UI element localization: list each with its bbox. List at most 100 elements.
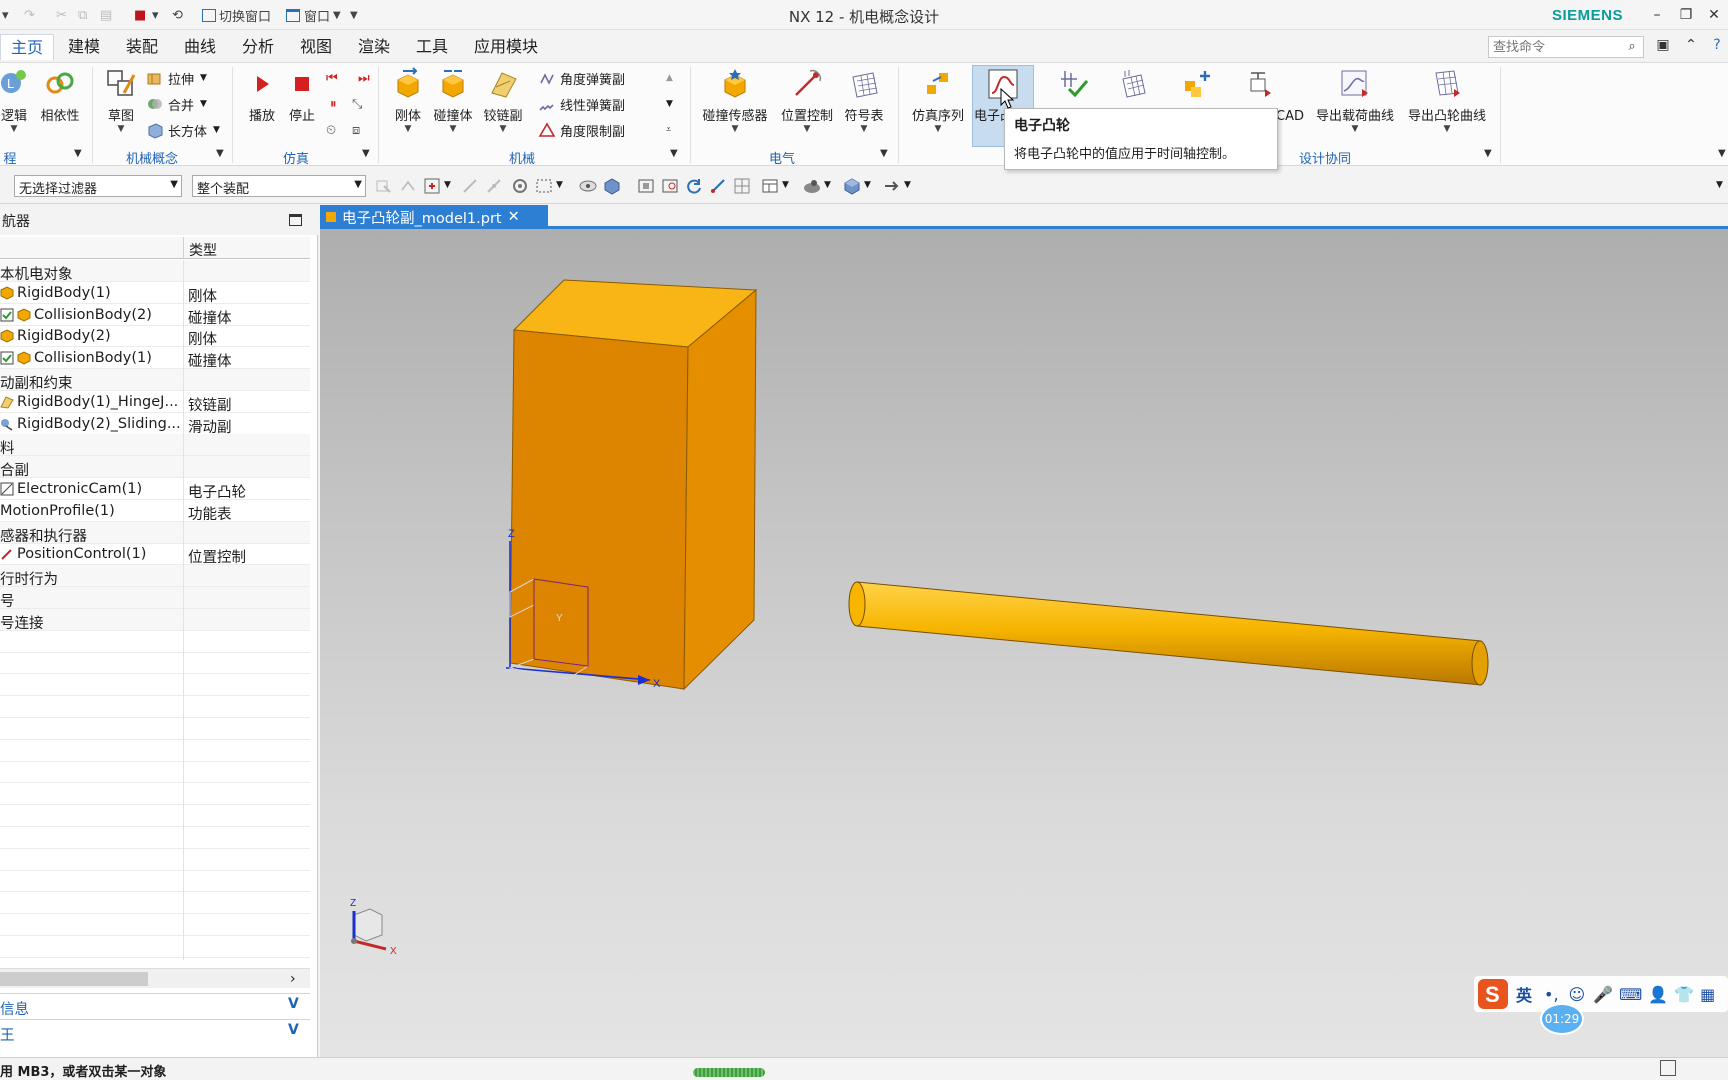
column-header-type[interactable]: 类型 [189,240,217,260]
rewind-icon[interactable]: ⏮ [326,67,338,89]
tab-analysis[interactable]: 分析 [232,34,284,60]
redo-icon[interactable]: ↷ [24,6,35,24]
coupling-button[interactable]: 相依性 [36,65,84,137]
close-button[interactable]: ✕ [1703,4,1725,26]
group-more-icon[interactable]: ▼ [1484,148,1492,159]
skin-icon[interactable]: 👕 [1674,985,1694,1004]
collapse-ribbon-icon[interactable]: ⌃ [1680,34,1702,56]
navigator-row[interactable]: RigidBody(1) 刚体 [0,281,310,306]
shaded-cube-icon[interactable] [602,176,622,196]
view-triad[interactable] [351,908,387,951]
info-section[interactable]: 信息 V [0,993,310,1019]
chevron-down-icon[interactable]: ▼ [782,180,802,200]
unite-button[interactable]: 合并 ▼ [146,93,207,115]
cube-body[interactable] [509,279,758,691]
sim-sequence-button[interactable]: 仿真序列 ▼ [906,65,970,137]
repeat-command-icon[interactable]: ⟲ [172,6,183,24]
select-filter-icon[interactable] [374,176,394,196]
navigator-row[interactable]: RigidBody(1)_HingeJ... 铰链副 [0,390,310,415]
group-more-icon[interactable]: ▼ [74,148,82,159]
restore-button[interactable]: ❐ [1675,4,1697,26]
fullscreen-icon[interactable] [1660,1060,1676,1076]
tab-view[interactable]: 视图 [290,34,342,60]
navigator-row[interactable]: CollisionBody(2) 碰撞体 [0,303,310,328]
emoji-icon[interactable]: ☺ [1569,985,1586,1004]
collision-sensor-button[interactable]: 碰撞传感器 ▼ [698,65,772,137]
scroll-right-icon[interactable]: › [290,971,296,987]
block-button[interactable]: 长方体 ▼ [146,119,220,141]
ribbon-overflow-icon[interactable]: ▼ [1718,148,1726,159]
export-cam-curve-button[interactable]: 导出凸轮曲线 ▼ [1402,65,1492,137]
record-icon[interactable]: ⧈ [352,119,360,141]
punctuation-icon[interactable]: •, [1544,985,1559,1004]
navigator-row[interactable]: RigidBody(2) 刚体 [0,325,310,350]
snapshot-icon[interactable]: ⤡ [352,93,362,115]
navigator-group-row[interactable]: 感器和执行器 [0,521,310,546]
tab-assembly[interactable]: 装配 [116,34,168,60]
navigator-group-row[interactable]: 号连接 [0,608,310,633]
rotate-icon[interactable] [684,176,704,196]
angular-spring-button[interactable]: 角度弹簧副 [538,67,625,89]
horizontal-scrollbar[interactable]: › [0,968,310,988]
ime-lang-toggle[interactable]: 英 [1516,982,1532,1006]
layout-icon[interactable] [760,176,780,196]
customize-qat-icon[interactable]: ▼ [350,6,358,24]
group-more-icon[interactable]: ▼ [216,148,224,159]
sogou-logo-icon[interactable]: S [1476,977,1510,1011]
maximize-panel-icon[interactable] [289,214,302,226]
speed-icon[interactable]: ⏲ [326,119,336,141]
tab-application[interactable]: 应用模块 [464,34,548,60]
fit-view-icon[interactable] [636,176,656,196]
microphone-icon[interactable]: 🎤 [1593,985,1613,1004]
paste-icon[interactable]: ▤ [100,6,112,24]
navigator-group-row[interactable]: 号 [0,587,310,611]
cylinder-body[interactable] [848,581,1489,686]
orient-view-icon[interactable] [732,176,752,196]
user-icon[interactable]: 👤 [1648,985,1668,1004]
tab-modeling[interactable]: 建模 [58,34,110,60]
navigator-row[interactable]: CollisionBody(1) 碰撞体 [0,347,310,372]
type-filter-select[interactable]: 无选择过滤器 ▼ [14,175,182,197]
document-tab[interactable]: 电子凸轮副_model1.prt ✕ [320,205,548,229]
other-section[interactable]: 王 V [0,1019,310,1045]
checkbox-icon[interactable] [0,308,14,322]
stop-button[interactable]: 停止 [284,65,320,137]
gallery-expand-icon[interactable]: ⩡ [666,119,671,141]
collision-body-button[interactable]: 碰撞体 ▼ [430,65,476,137]
sketch-button[interactable]: 草图 ▼ [100,65,142,137]
snap-midpoint-icon[interactable] [484,176,504,196]
position-control-button[interactable]: 位置控制 ▼ [776,65,838,137]
quick-access-dropdown-icon[interactable]: ▾ [2,6,9,24]
navigator-row[interactable]: MotionProfile(1) 功能表 [0,499,310,524]
zoom-icon[interactable] [660,176,680,196]
rigid-body-button[interactable]: 刚体 ▼ [388,65,428,137]
angle-limit-button[interactable]: 角度限制副 [538,119,625,141]
linear-spring-button[interactable]: 线性弹簧副 [538,93,625,115]
selection-scope-select[interactable]: 整个装配 ▼ [192,175,366,197]
pan-icon[interactable] [708,176,728,196]
scrollbar-thumb[interactable] [0,972,148,986]
window-menu-button[interactable]: 窗口 ▼ [286,6,341,25]
hinge-joint-button[interactable]: 铰链副 ▼ [480,65,526,137]
graphics-viewport[interactable]: Z X Y Z X [320,229,1728,1057]
symbol-table-button[interactable]: 符号表 ▼ [840,65,888,137]
move-object-icon[interactable] [882,176,902,196]
group-more-icon[interactable]: ▼ [880,148,888,159]
group-more-icon[interactable]: ▼ [362,148,370,159]
ribbon-options-icon[interactable]: ▣ [1652,34,1674,56]
chevron-down-icon[interactable]: ▼ [824,180,844,200]
extrude-button[interactable]: 拉伸 ▼ [146,67,207,89]
snap-point-icon[interactable] [422,176,442,196]
shaded-edges-icon[interactable] [842,176,862,196]
render-style-icon[interactable] [802,176,822,196]
navigator-group-row[interactable]: 动副和约束 [0,369,310,393]
navigator-group-row[interactable]: 行时行为 [0,565,310,590]
snap-settings-icon[interactable] [510,176,530,196]
group-more-icon[interactable]: ▼ [670,148,678,159]
export-load-curve-button[interactable]: 导出载荷曲线 ▼ [1310,65,1400,137]
logic-button[interactable]: L 逻辑 ▼ [0,65,32,137]
navigator-group-row[interactable]: 本机电对象 [0,260,310,284]
navigator-row[interactable]: ElectronicCam(1) 电子凸轮 [0,478,310,502]
help-icon[interactable]: ? [1706,34,1728,56]
tab-curve[interactable]: 曲线 [174,34,226,60]
